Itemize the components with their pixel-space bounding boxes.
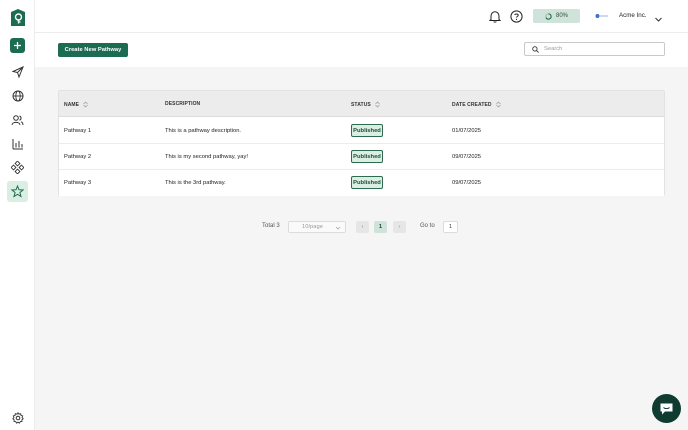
page-size-value: 10/page <box>302 224 323 230</box>
pagination-total: Total 3 <box>262 223 280 229</box>
goto-page-input[interactable] <box>443 221 458 233</box>
add-button[interactable] <box>10 38 25 53</box>
table-row[interactable]: Pathway 1 This is a pathway description.… <box>59 118 664 144</box>
help-button[interactable] <box>508 8 524 24</box>
row-date: 09/07/2025 <box>452 180 482 186</box>
nav-analytics[interactable] <box>7 133 28 154</box>
nav-settings[interactable] <box>7 407 28 428</box>
table-row[interactable]: Pathway 2 This is my second pathway, yay… <box>59 144 664 170</box>
row-date: 01/07/2025 <box>452 128 482 134</box>
row-name: Pathway 2 <box>64 154 92 160</box>
chevron-down-icon <box>655 17 662 22</box>
status-badge: Published <box>351 176 383 189</box>
row-date: 09/07/2025 <box>452 154 482 160</box>
chat-launcher-button[interactable] <box>652 394 681 423</box>
column-label: DATE CREATED <box>452 101 492 108</box>
nav-integrations[interactable] <box>7 157 28 178</box>
row-name: Pathway 1 <box>64 128 92 134</box>
column-date-created[interactable]: DATE CREATED <box>452 101 501 108</box>
pagination: Total 3 10/page ‹ 1 › Go to <box>0 220 688 233</box>
nav-globe[interactable] <box>7 85 28 106</box>
chevron-down-icon <box>335 226 341 230</box>
row-description: This is a pathway description. <box>165 128 242 134</box>
page-number-button[interactable]: 1 <box>374 221 387 233</box>
progress-indicator[interactable]: 80% <box>533 9 580 23</box>
sort-icon <box>375 101 380 108</box>
org-name[interactable]: Acme Inc. <box>619 12 647 19</box>
row-description: This is the 3rd pathway. <box>165 180 226 186</box>
sidebar <box>0 0 35 430</box>
users-icon <box>11 114 24 125</box>
chat-icon <box>660 403 673 414</box>
search-icon <box>532 45 539 53</box>
bar-chart-icon <box>12 138 23 149</box>
page-size-select[interactable]: 10/page <box>288 221 346 233</box>
gear-icon <box>11 411 24 424</box>
column-status[interactable]: STATUS <box>351 101 380 108</box>
column-name[interactable]: NAME <box>64 101 88 108</box>
notifications-button[interactable] <box>487 8 503 24</box>
table-row[interactable]: Pathway 3 This is the 3rd pathway. Publi… <box>59 170 664 196</box>
bell-icon <box>489 10 501 23</box>
org-logo-icon <box>595 14 608 18</box>
sort-icon <box>495 101 501 108</box>
nav-users[interactable] <box>7 109 28 130</box>
status-badge: Published <box>351 124 383 137</box>
column-description: DESCRIPTION <box>165 101 200 107</box>
globe-icon <box>12 90 23 101</box>
top-bar <box>35 0 688 33</box>
pathways-table: NAME DESCRIPTION STATUS DATE CREATED Pat <box>58 90 665 196</box>
search-input[interactable] <box>544 46 654 52</box>
org-switcher[interactable] <box>654 11 663 22</box>
progress-label: 80% <box>555 13 568 19</box>
row-name: Pathway 3 <box>64 180 92 186</box>
table-header: NAME DESCRIPTION STATUS DATE CREATED <box>59 91 664 117</box>
nav-pathways[interactable] <box>7 181 28 202</box>
create-pathway-button[interactable]: Create New Pathway <box>58 43 128 57</box>
status-badge: Published <box>351 150 383 163</box>
next-page-button[interactable]: › <box>393 221 406 233</box>
help-icon <box>509 9 523 23</box>
org-logo <box>593 10 611 22</box>
send-icon <box>11 65 24 78</box>
column-label: DESCRIPTION <box>165 101 201 107</box>
row-description: This is my second pathway, yay! <box>165 154 249 160</box>
plus-icon <box>14 42 21 49</box>
column-label: STATUS <box>351 101 371 108</box>
column-label: NAME <box>64 101 80 108</box>
star-icon <box>11 185 24 198</box>
nodes-icon <box>11 161 24 174</box>
goto-label: Go to <box>420 223 435 229</box>
logo-icon[interactable] <box>7 7 28 28</box>
search-box[interactable] <box>524 42 665 56</box>
prev-page-button[interactable]: ‹ <box>356 221 369 233</box>
progress-ring-icon <box>545 12 552 20</box>
action-bar: Create New Pathway <box>35 33 688 67</box>
nav-send[interactable] <box>7 61 28 82</box>
sort-icon <box>83 101 88 108</box>
